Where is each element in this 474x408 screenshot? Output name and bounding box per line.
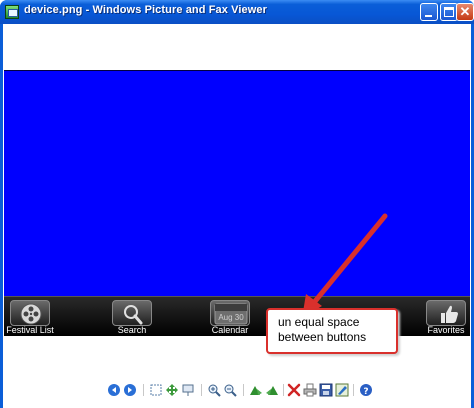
picture-viewer-window: device.png - Windows Picture and Fax Vie… (0, 0, 474, 408)
rotate-counterclockwise-icon[interactable] (265, 383, 279, 397)
viewer-client-area: Festival List Search Aug 30 Calendar Fav… (3, 24, 471, 408)
window-title: device.png - Windows Picture and Fax Vie… (24, 4, 268, 16)
toolbar-separator (243, 384, 244, 396)
edit-icon[interactable] (335, 383, 349, 397)
print-icon[interactable] (303, 383, 317, 397)
tab-search: Search (108, 297, 156, 337)
tab-festival-list: Festival List (4, 297, 56, 337)
maximize-icon (444, 7, 454, 17)
calendar-date: Aug 30 (218, 313, 244, 322)
viewer-toolbar: ? (107, 380, 377, 402)
toolbar-separator (283, 384, 284, 396)
callout-line-1: un equal space (278, 315, 360, 329)
close-button[interactable]: ✕ (456, 3, 474, 21)
toolbar-separator (353, 384, 354, 396)
calendar-icon: Aug 30 (210, 300, 250, 326)
film-reel-icon (10, 300, 50, 326)
save-icon[interactable] (319, 383, 333, 397)
slideshow-icon[interactable] (181, 383, 195, 397)
toolbar-separator (143, 384, 144, 396)
previous-image-icon[interactable] (107, 383, 121, 397)
tab-label: Calendar (211, 325, 249, 335)
actual-size-icon[interactable] (165, 383, 179, 397)
best-fit-icon[interactable] (149, 383, 163, 397)
zoom-in-icon[interactable] (207, 383, 221, 397)
minimize-button[interactable] (420, 3, 438, 21)
next-image-icon[interactable] (123, 383, 137, 397)
thumbs-up-icon (426, 300, 466, 326)
magnifier-icon (112, 300, 152, 326)
svg-text:?: ? (363, 387, 368, 397)
tab-label: Search (117, 325, 147, 335)
tab-label: Favorites (427, 325, 465, 335)
tab-label: Festival List (6, 325, 54, 335)
zoom-out-icon[interactable] (223, 383, 237, 397)
tab-calendar: Aug 30 Calendar (204, 297, 256, 337)
picture-viewer-app-icon[interactable] (5, 5, 19, 19)
rotate-clockwise-icon[interactable] (249, 383, 263, 397)
close-icon: ✕ (459, 4, 471, 19)
callout-line-2: between buttons (278, 330, 367, 344)
help-icon[interactable]: ? (359, 383, 373, 397)
app-tab-bar: Festival List Search Aug 30 Calendar Fav… (4, 296, 470, 336)
annotation-callout: un equal space between buttons (266, 308, 398, 354)
delete-icon[interactable] (287, 383, 301, 397)
app-blue-screen (4, 70, 470, 296)
title-bar[interactable]: device.png - Windows Picture and Fax Vie… (0, 0, 474, 24)
toolbar-separator (201, 384, 202, 396)
minimize-icon (425, 15, 432, 17)
tab-favorites: Favorites (422, 297, 470, 337)
displayed-image: Festival List Search Aug 30 Calendar Fav… (4, 70, 470, 354)
